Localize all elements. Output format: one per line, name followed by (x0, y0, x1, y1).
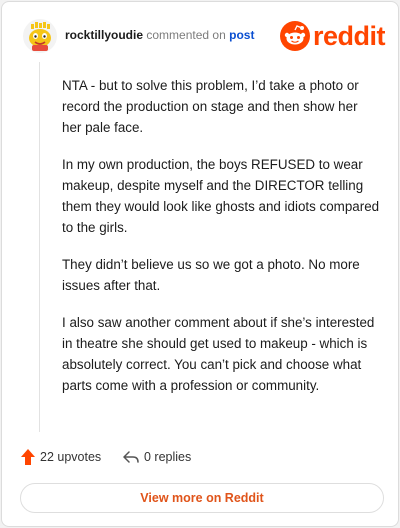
username-link[interactable]: rocktillyoudie (65, 28, 143, 42)
avatar[interactable] (23, 19, 57, 53)
reddit-snoo-logo-icon (279, 21, 310, 51)
replies-button[interactable]: 0 replies (123, 446, 191, 468)
action-text: commented on (146, 28, 226, 42)
comment-card: rocktillyoudie commented on post reddit … (1, 1, 399, 527)
comment-paragraph: In my own production, the boys REFUSED t… (62, 157, 380, 235)
comment-footer: 22 upvotes 0 replies (21, 446, 321, 468)
upvote-button[interactable]: 22 upvotes (21, 446, 101, 468)
reddit-logo[interactable]: reddit (279, 19, 386, 53)
reply-count: 0 replies (144, 450, 192, 464)
upvote-arrow-icon (21, 449, 35, 465)
comment-paragraph: NTA - but to solve this problem, I’d tak… (62, 78, 359, 135)
view-more-label: View more on Reddit (140, 491, 264, 505)
upvote-count: 22 upvotes (40, 450, 102, 464)
reddit-wordmark: reddit (312, 21, 386, 51)
reply-arrow-icon (123, 451, 139, 463)
comment-paragraph: They didn’t believe us so we got a photo… (62, 257, 360, 293)
view-more-button[interactable]: View more on Reddit (20, 483, 384, 513)
comment-header: rocktillyoudie commented on post reddit (23, 16, 386, 56)
comment-meta: rocktillyoudie commented on post (65, 28, 254, 42)
comment-body: NTA - but to solve this problem, I’d tak… (62, 75, 380, 412)
comment-paragraph: I also saw another comment about if she’… (62, 315, 375, 393)
post-link[interactable]: post (229, 28, 254, 42)
thread-line (39, 62, 40, 432)
